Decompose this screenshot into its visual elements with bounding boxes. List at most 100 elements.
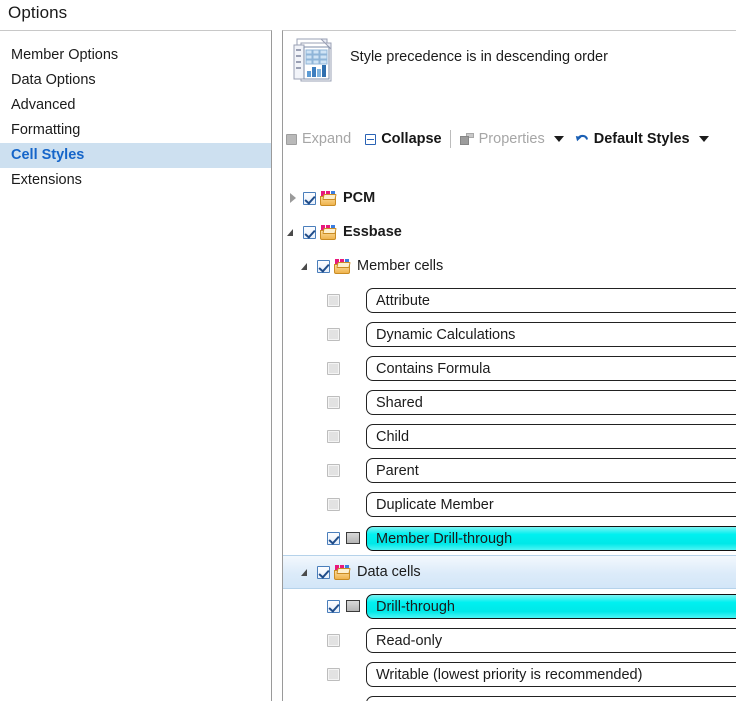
folder-icon [334, 258, 352, 274]
tree-row[interactable]: Contains Formula [283, 351, 736, 385]
style-preview-chip[interactable]: Writable (lowest priority is recommended… [366, 661, 736, 687]
tree-row[interactable]: Writable (lowest priority is recommended… [283, 657, 736, 691]
style-chip-wrapper: Linked Objects [366, 695, 736, 701]
panel-divider [273, 30, 282, 701]
undo-arrow-icon [575, 133, 589, 146]
style-checkbox[interactable] [327, 293, 340, 307]
style-checkbox[interactable] [327, 599, 340, 613]
style-preview-chip[interactable]: Drill-through [366, 593, 736, 619]
style-checkbox[interactable] [327, 429, 340, 443]
properties-button[interactable]: Properties [457, 127, 548, 151]
style-chip-wrapper: Shared [366, 389, 736, 415]
style-chip-wrapper: Attribute [366, 287, 736, 313]
style-preview-chip[interactable]: Read-only [366, 627, 736, 653]
collapse-triangle-icon[interactable] [301, 566, 313, 578]
tree-row[interactable]: Essbase [283, 215, 736, 249]
sidebar-item-extensions[interactable]: Extensions [0, 168, 271, 193]
spreadsheet-stack-icon [293, 36, 339, 88]
tree-checkbox[interactable] [303, 225, 316, 239]
tree-row[interactable]: Child [283, 419, 736, 453]
tree-group-label: Essbase [343, 224, 402, 240]
collapse-triangle-icon[interactable] [301, 260, 313, 272]
style-preview-chip[interactable]: Linked Objects [366, 695, 736, 701]
style-swatch-icon[interactable] [346, 532, 360, 544]
style-checkbox[interactable] [327, 531, 340, 545]
style-preview-chip[interactable]: Dynamic Calculations [366, 321, 736, 347]
style-checkbox[interactable] [327, 395, 340, 409]
properties-chevron-down-icon[interactable] [553, 136, 564, 142]
expand-triangle-icon[interactable] [287, 192, 299, 204]
style-checkbox[interactable] [327, 361, 340, 375]
style-preview-chip[interactable]: Attribute [366, 287, 736, 313]
tree-row[interactable]: Shared [283, 385, 736, 419]
expand-button-label: Expand [302, 131, 352, 147]
collapse-button-label: Collapse [381, 131, 442, 147]
style-swatch-icon[interactable] [346, 600, 360, 612]
tree-row[interactable]: Data cells [283, 555, 736, 589]
default-styles-button[interactable]: Default Styles [572, 127, 693, 151]
tree-row[interactable]: Member cells [283, 249, 736, 283]
style-preview-chip[interactable]: Duplicate Member [366, 491, 736, 517]
tree-group-label: Member cells [357, 258, 444, 274]
properties-button-label: Properties [478, 131, 545, 147]
toolbar-separator [449, 130, 451, 148]
collapse-button[interactable]: Collapse [362, 127, 444, 151]
dialog-title-bar: Options [0, 0, 736, 28]
tree-row[interactable]: Parent [283, 453, 736, 487]
tree-row[interactable]: PCM [283, 181, 736, 215]
style-chip-wrapper: Read-only [366, 627, 736, 653]
tree-row[interactable]: Attribute [283, 283, 736, 317]
style-checkbox[interactable] [327, 327, 340, 341]
tree-row[interactable]: Duplicate Member [283, 487, 736, 521]
sidebar-item-member-options[interactable]: Member Options [0, 43, 271, 68]
sidebar-item-data-options[interactable]: Data Options [0, 68, 271, 93]
precedence-note: Style precedence is in descending order [350, 49, 608, 65]
folder-icon [334, 564, 352, 580]
options-category-panel: Member Options Data Options Advanced Format… [0, 30, 272, 701]
tree-row[interactable]: Dynamic Calculations [283, 317, 736, 351]
sidebar-item-advanced[interactable]: Advanced [0, 93, 271, 118]
tree-checkbox[interactable] [317, 565, 330, 579]
page-title: Options [8, 3, 68, 22]
style-checkbox[interactable] [327, 667, 340, 681]
style-checkbox[interactable] [327, 463, 340, 477]
style-checkbox[interactable] [327, 497, 340, 511]
cell-styles-panel: Style precedence is in descending order … [282, 30, 736, 701]
style-chip-wrapper: Duplicate Member [366, 491, 736, 517]
style-checkbox[interactable] [327, 633, 340, 647]
options-category-list[interactable]: Member Options Data Options Advanced Format… [0, 43, 271, 193]
style-preview-chip[interactable]: Contains Formula [366, 355, 736, 381]
cell-styles-toolbar: Expand Collapse Properties Default Style… [283, 125, 736, 153]
default-styles-chevron-down-icon[interactable] [698, 136, 709, 142]
tree-group-label: PCM [343, 190, 376, 206]
tree-checkbox[interactable] [303, 191, 316, 205]
default-styles-button-label: Default Styles [593, 131, 690, 147]
tree-checkbox[interactable] [317, 259, 330, 273]
tree-group-label: Data cells [357, 564, 421, 580]
style-preview-chip[interactable]: Child [366, 423, 736, 449]
tree-row[interactable]: Read-only [283, 623, 736, 657]
style-chip-wrapper: Parent [366, 457, 736, 483]
style-preview-chip[interactable]: Member Drill-through [366, 525, 736, 551]
expand-button[interactable]: Expand [283, 127, 354, 151]
style-preview-chip[interactable]: Parent [366, 457, 736, 483]
options-dialog: Options Member Options Data Options Advanc… [0, 0, 736, 701]
tree-row[interactable]: Linked Objects [283, 691, 736, 701]
folder-icon [320, 224, 338, 240]
style-chip-wrapper: Writable (lowest priority is recommended… [366, 661, 736, 687]
precedence-banner: Style precedence is in descending order [283, 31, 736, 103]
style-preview-chip[interactable]: Shared [366, 389, 736, 415]
tree-row[interactable]: Drill-through [283, 589, 736, 623]
sidebar-item-formatting[interactable]: Formatting [0, 118, 271, 143]
properties-icon [459, 133, 474, 145]
collapse-box-icon [365, 133, 377, 145]
style-chip-wrapper: Dynamic Calculations [366, 321, 736, 347]
collapse-triangle-icon[interactable] [287, 226, 299, 238]
expand-box-icon [286, 133, 297, 145]
tree-row[interactable]: Member Drill-through [283, 521, 736, 555]
style-chip-wrapper: Member Drill-through [366, 525, 736, 551]
cell-styles-tree[interactable]: PCM Essbase Member cells Attribute Dynamic C… [283, 181, 736, 701]
folder-icon [320, 190, 338, 206]
style-chip-wrapper: Contains Formula [366, 355, 736, 381]
sidebar-item-cell-styles[interactable]: Cell Styles [0, 143, 271, 168]
